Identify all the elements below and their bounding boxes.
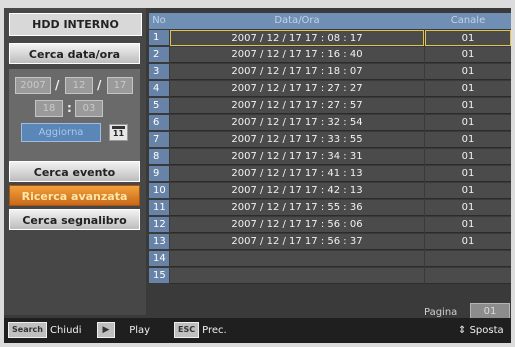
row-number: 8 xyxy=(149,149,169,165)
row-channel xyxy=(425,251,511,267)
prev-label: Prec. xyxy=(202,325,227,336)
close-hint[interactable]: Search Chiudi xyxy=(8,318,82,343)
move-label: Sposta xyxy=(469,325,504,336)
row-datetime xyxy=(170,251,424,267)
row-number: 5 xyxy=(149,98,169,114)
row-number: 7 xyxy=(149,132,169,148)
play-hint[interactable]: ▶ Play xyxy=(97,318,150,343)
row-channel xyxy=(425,268,511,284)
row-number: 3 xyxy=(149,64,169,80)
month-field[interactable]: 12 xyxy=(65,77,93,94)
header-channel: Canale xyxy=(450,15,486,26)
left-panel: HDD INTERNO Cerca data/ora 2007 / 12 / 1… xyxy=(4,8,146,315)
row-number: 2 xyxy=(149,47,169,63)
row-channel: 01 xyxy=(425,149,511,165)
esc-key-icon: ESC xyxy=(174,322,200,338)
table-row[interactable]: 2 2007 / 12 / 17 17 : 16 : 40 01 xyxy=(149,47,511,63)
table-row[interactable]: 5 2007 / 12 / 17 17 : 27 : 57 01 xyxy=(149,98,511,114)
table-row[interactable]: 7 2007 / 12 / 17 17 : 33 : 55 01 xyxy=(149,132,511,148)
row-datetime: 2007 / 12 / 17 17 : 33 : 55 xyxy=(170,132,424,148)
row-datetime: 2007 / 12 / 17 17 : 27 : 57 xyxy=(170,98,424,114)
search-date-button[interactable]: Cerca data/ora xyxy=(9,43,140,64)
move-hint[interactable]: ⇕ Sposta xyxy=(458,318,504,343)
calendar-day: 11 xyxy=(112,129,125,138)
bottom-bar: Search Chiudi ▶ Play ESC Prec. ⇕ Sposta xyxy=(4,318,511,343)
table-row[interactable]: 12 2007 / 12 / 17 17 : 56 : 06 01 xyxy=(149,217,511,233)
row-datetime: 2007 / 12 / 17 17 : 42 : 13 xyxy=(170,183,424,199)
dvr-screen: HDD INTERNO Cerca data/ora 2007 / 12 / 1… xyxy=(4,8,511,343)
row-channel: 01 xyxy=(425,64,511,80)
refresh-button[interactable]: Aggiorna xyxy=(21,123,101,142)
row-number: 14 xyxy=(149,251,169,267)
table-row[interactable]: 1 2007 / 12 / 17 17 : 08 : 17 01 xyxy=(149,30,511,46)
year-field[interactable]: 2007 xyxy=(15,77,51,94)
row-datetime: 2007 / 12 / 17 17 : 27 : 27 xyxy=(170,81,424,97)
dvr-frame: HDD INTERNO Cerca data/ora 2007 / 12 / 1… xyxy=(0,0,515,347)
table-row[interactable]: 14 xyxy=(149,251,511,267)
row-datetime xyxy=(170,268,424,284)
row-datetime: 2007 / 12 / 17 17 : 56 : 06 xyxy=(170,217,424,233)
row-datetime: 2007 / 12 / 17 17 : 41 : 13 xyxy=(170,166,424,182)
row-number: 13 xyxy=(149,234,169,250)
row-number: 10 xyxy=(149,183,169,199)
row-channel: 01 xyxy=(425,115,511,131)
row-number: 4 xyxy=(149,81,169,97)
row-number: 1 xyxy=(149,30,169,46)
row-channel: 01 xyxy=(425,98,511,114)
row-channel: 01 xyxy=(425,30,511,46)
row-datetime: 2007 / 12 / 17 17 : 32 : 54 xyxy=(170,115,424,131)
table-header: No Data/Ora Canale xyxy=(149,13,511,29)
table-row[interactable]: 15 xyxy=(149,268,511,284)
calendar-icon[interactable]: 11 xyxy=(109,124,128,141)
row-channel: 01 xyxy=(425,132,511,148)
row-number: 9 xyxy=(149,166,169,182)
row-datetime: 2007 / 12 / 17 17 : 56 : 37 xyxy=(170,234,424,250)
row-channel: 01 xyxy=(425,81,511,97)
row-datetime: 2007 / 12 / 17 17 : 34 : 31 xyxy=(170,149,424,165)
row-channel: 01 xyxy=(425,234,511,250)
row-number: 6 xyxy=(149,115,169,131)
row-channel: 01 xyxy=(425,47,511,63)
table-row[interactable]: 3 2007 / 12 / 17 17 : 18 : 07 01 xyxy=(149,64,511,80)
row-datetime: 2007 / 12 / 17 17 : 16 : 40 xyxy=(170,47,424,63)
time-separator: : xyxy=(67,101,72,115)
row-channel: 01 xyxy=(425,200,511,216)
row-number: 12 xyxy=(149,217,169,233)
hour-field[interactable]: 18 xyxy=(35,100,63,117)
play-label: Play xyxy=(129,325,151,336)
close-label: Chiudi xyxy=(49,325,82,336)
header-no: No xyxy=(152,15,166,26)
updown-arrow-icon: ⇕ xyxy=(458,325,467,336)
table-row[interactable]: 9 2007 / 12 / 17 17 : 41 : 13 01 xyxy=(149,166,511,182)
prev-hint[interactable]: ESC Prec. xyxy=(174,318,227,343)
row-datetime: 2007 / 12 / 17 17 : 08 : 17 xyxy=(170,30,424,46)
bookmark-search-button[interactable]: Cerca segnalibro xyxy=(9,209,140,230)
table-row[interactable]: 11 2007 / 12 / 17 17 : 55 : 36 01 xyxy=(149,200,511,216)
advanced-search-button[interactable]: Ricerca avanzata xyxy=(9,185,140,206)
row-channel: 01 xyxy=(425,183,511,199)
table-row[interactable]: 6 2007 / 12 / 17 17 : 32 : 54 01 xyxy=(149,115,511,131)
date-time-filter: 2007 / 12 / 17 18 : 03 Aggiorna 11 xyxy=(9,69,140,163)
row-datetime: 2007 / 12 / 17 17 : 18 : 07 xyxy=(170,64,424,80)
table-row[interactable]: 8 2007 / 12 / 17 17 : 34 : 31 01 xyxy=(149,149,511,165)
play-icon: ▶ xyxy=(97,322,115,338)
panel-title: HDD INTERNO xyxy=(9,13,142,36)
date-separator: / xyxy=(55,78,60,92)
table-row[interactable]: 13 2007 / 12 / 17 17 : 56 : 37 01 xyxy=(149,234,511,250)
search-key-icon: Search xyxy=(8,322,47,338)
row-datetime: 2007 / 12 / 17 17 : 55 : 36 xyxy=(170,200,424,216)
search-event-button[interactable]: Cerca evento xyxy=(9,161,140,182)
row-number: 11 xyxy=(149,200,169,216)
date-separator: / xyxy=(97,78,102,92)
table-row[interactable]: 10 2007 / 12 / 17 17 : 42 : 13 01 xyxy=(149,183,511,199)
minute-field[interactable]: 03 xyxy=(75,100,103,117)
row-channel: 01 xyxy=(425,166,511,182)
row-number: 15 xyxy=(149,268,169,284)
row-channel: 01 xyxy=(425,217,511,233)
header-datetime: Data/Ora xyxy=(274,15,320,26)
table-row[interactable]: 4 2007 / 12 / 17 17 : 27 : 27 01 xyxy=(149,81,511,97)
day-field[interactable]: 17 xyxy=(107,77,133,94)
